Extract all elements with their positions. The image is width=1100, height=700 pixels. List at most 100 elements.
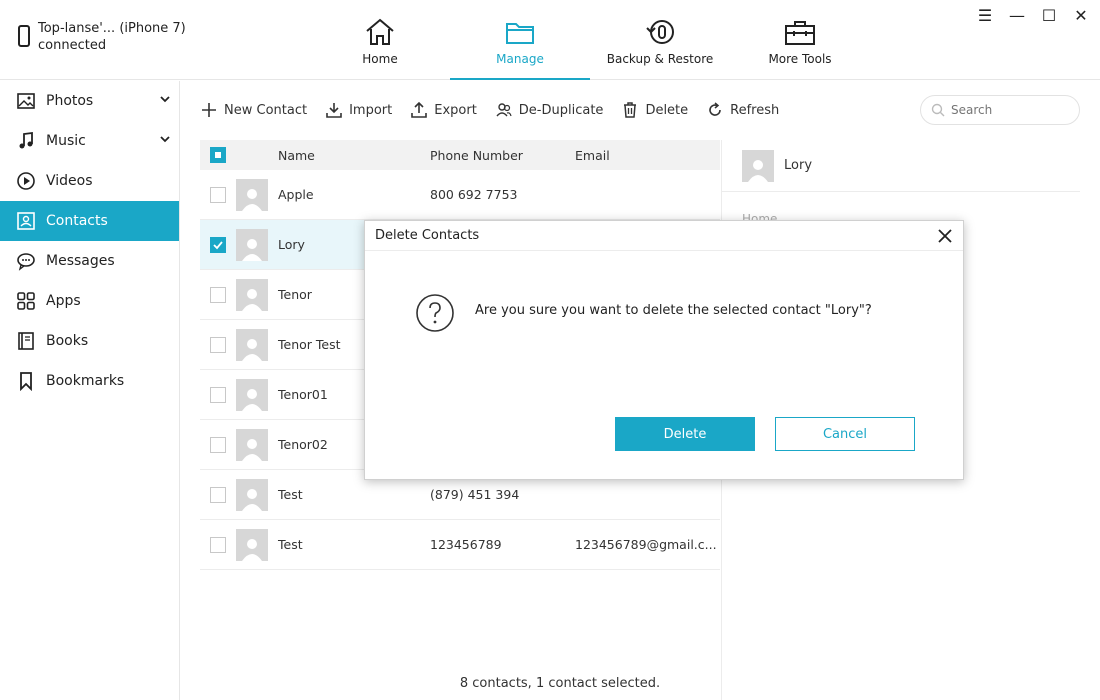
window-controls: ☰ — ☐ ✕	[976, 6, 1090, 25]
export-icon	[411, 101, 428, 118]
sidebar-item-messages[interactable]: Messages	[0, 241, 179, 281]
search-icon	[931, 103, 945, 117]
header-phone[interactable]: Phone Number	[430, 148, 523, 163]
search-box	[920, 95, 1080, 125]
delete-button[interactable]: Delete	[621, 101, 688, 119]
de-duplicate-button[interactable]: De-Duplicate	[495, 101, 603, 119]
sidebar-item-label: Contacts	[46, 213, 108, 229]
sidebar-item-label: Messages	[46, 253, 115, 269]
tab-home[interactable]: Home	[310, 0, 450, 80]
contact-icon	[17, 212, 35, 230]
home-icon	[366, 18, 394, 45]
sidebar-item-label: Apps	[46, 293, 81, 309]
chevron-down-icon[interactable]	[159, 133, 171, 145]
confirm-delete-button[interactable]: Delete	[615, 417, 755, 451]
close-window-icon[interactable]: ✕	[1072, 6, 1090, 25]
delete-contacts-dialog: Delete Contacts Are you sure you want to…	[364, 220, 964, 480]
trash-icon	[624, 102, 637, 118]
contact-name: Tenor Test	[278, 337, 341, 352]
import-button[interactable]: Import	[325, 101, 392, 119]
maximize-icon[interactable]: ☐	[1040, 6, 1058, 25]
avatar	[236, 428, 268, 461]
menu-icon[interactable]: ☰	[976, 6, 994, 25]
bookmark-icon	[20, 372, 32, 391]
toolbox-icon	[785, 21, 815, 45]
header-name[interactable]: Name	[278, 148, 315, 163]
contact-email: 123456789@gmail.c...	[575, 537, 717, 552]
sidebar: Photos Music Videos Contacts Messages Ap…	[0, 81, 180, 700]
sidebar-item-music[interactable]: Music	[0, 121, 179, 161]
header-email[interactable]: Email	[575, 148, 610, 163]
folder-icon	[506, 23, 534, 44]
contact-name: Tenor02	[278, 437, 328, 452]
tab-more-tools-label: More Tools	[768, 52, 832, 66]
status-bar: 8 contacts, 1 contact selected.	[459, 676, 661, 691]
book-icon	[18, 332, 34, 350]
row-checkbox[interactable]	[210, 436, 226, 453]
avatar	[236, 478, 268, 511]
avatar	[742, 149, 774, 182]
sidebar-item-label: Photos	[46, 93, 94, 109]
tab-backup-restore[interactable]: Backup & Restore	[590, 0, 730, 80]
sidebar-item-label: Books	[46, 333, 89, 349]
tab-home-label: Home	[362, 52, 398, 66]
row-checkbox[interactable]	[210, 236, 226, 253]
device-name: Top-lanse'... (iPhone 7)	[38, 21, 186, 36]
refresh-icon	[709, 102, 721, 116]
sidebar-item-label: Bookmarks	[46, 373, 125, 389]
detail-contact-name: Lory	[784, 158, 813, 173]
row-checkbox[interactable]	[210, 336, 226, 353]
row-checkbox[interactable]	[210, 486, 226, 503]
sidebar-item-contacts[interactable]: Contacts	[0, 201, 179, 241]
tab-manage-label: Manage	[496, 52, 544, 66]
question-icon	[416, 294, 454, 332]
contact-name: Tenor01	[278, 387, 328, 402]
main-nav: Home Manage Backup & Restore More Tools	[310, 0, 870, 80]
cancel-button[interactable]: Cancel	[775, 417, 915, 451]
search-input[interactable]	[951, 103, 1061, 117]
contact-phone: 123456789	[430, 537, 502, 552]
sidebar-item-bookmarks[interactable]: Bookmarks	[0, 361, 179, 401]
sidebar-item-apps[interactable]: Apps	[0, 281, 179, 321]
video-icon	[17, 172, 35, 190]
check-icon	[213, 240, 223, 249]
row-checkbox[interactable]	[210, 386, 226, 403]
message-icon	[17, 253, 35, 271]
sidebar-item-photos[interactable]: Photos	[0, 81, 179, 121]
tab-more-tools[interactable]: More Tools	[730, 0, 870, 80]
sidebar-item-videos[interactable]: Videos	[0, 161, 179, 201]
tab-backup-label: Backup & Restore	[606, 52, 714, 66]
chevron-down-icon[interactable]	[159, 93, 171, 105]
contact-name: Lory	[278, 237, 305, 252]
select-all-checkbox[interactable]	[210, 147, 226, 163]
detail-header: Lory	[722, 140, 1080, 192]
apps-icon	[17, 292, 35, 310]
photo-icon	[17, 93, 35, 109]
contact-name: Test	[278, 487, 303, 502]
row-checkbox[interactable]	[210, 286, 226, 303]
top-bar: Top-lanse'... (iPhone 7) connected Home …	[0, 0, 1100, 80]
table-row[interactable]: Test 123456789 123456789@gmail.c...	[200, 520, 720, 570]
avatar	[236, 328, 268, 361]
avatar	[236, 178, 268, 211]
refresh-button[interactable]: Refresh	[706, 101, 779, 119]
tab-manage[interactable]: Manage	[450, 0, 590, 80]
table-row[interactable]: Apple 800 692 7753	[200, 170, 720, 220]
contact-name: Test	[278, 537, 303, 552]
sidebar-item-books[interactable]: Books	[0, 321, 179, 361]
new-contact-button[interactable]: New Contact	[200, 101, 307, 119]
backup-icon	[646, 20, 674, 44]
avatar	[236, 378, 268, 411]
table-header: Name Phone Number Email	[200, 140, 720, 170]
device-status: connected	[38, 38, 107, 53]
music-icon	[19, 131, 33, 149]
row-checkbox[interactable]	[210, 536, 226, 553]
device-info[interactable]: Top-lanse'... (iPhone 7) connected	[18, 20, 186, 54]
avatar	[236, 278, 268, 311]
export-button[interactable]: Export	[410, 101, 477, 119]
row-checkbox[interactable]	[210, 186, 226, 203]
dialog-title: Delete Contacts	[365, 221, 963, 251]
contact-phone: (879) 451 394	[430, 487, 520, 502]
minimize-icon[interactable]: —	[1008, 6, 1026, 25]
close-icon[interactable]	[935, 226, 955, 246]
